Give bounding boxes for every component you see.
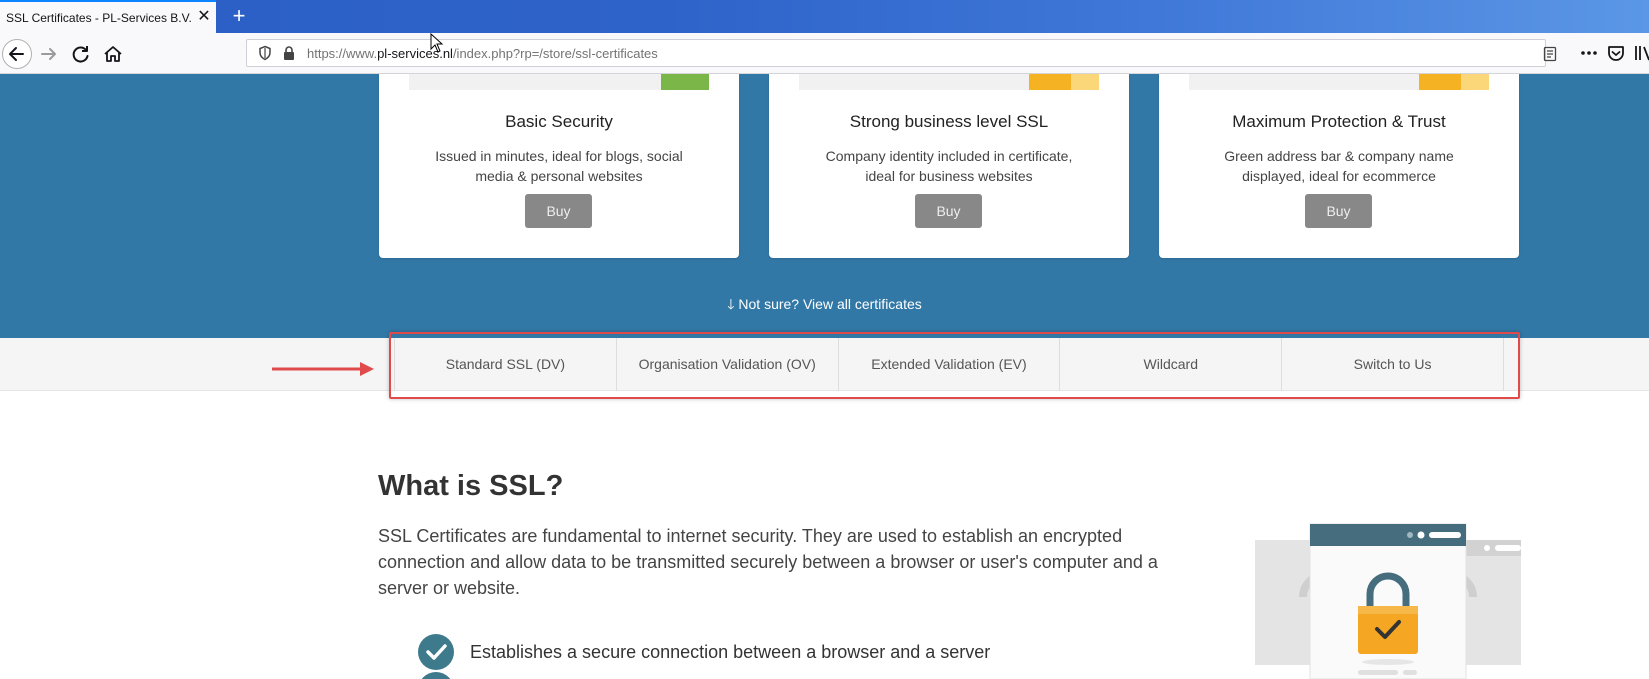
- product-title: Maximum Protection & Trust: [1232, 112, 1446, 131]
- mouse-cursor-icon: [430, 33, 444, 53]
- tab-strip: SSL Certificates - PL-Services B.V. ✕ +: [0, 0, 1649, 33]
- checkmark-icon: [418, 672, 454, 679]
- section-heading: What is SSL?: [378, 470, 564, 502]
- annotation-highlight-box: [389, 332, 1520, 399]
- annotation-arrow-icon: [272, 362, 374, 376]
- shield-icon[interactable]: [257, 45, 273, 61]
- more-options-icon[interactable]: [1578, 42, 1600, 64]
- accent-stripe: [1419, 74, 1489, 90]
- url-prefix: https://www.: [307, 46, 378, 61]
- product-title: Strong business level SSL: [849, 112, 1049, 131]
- reader-view-icon[interactable]: [1542, 46, 1558, 62]
- product-description: Green address bar & company name display…: [1224, 148, 1454, 184]
- product-card-business: Strong business level SSL Company identi…: [769, 74, 1129, 258]
- forward-arrow-icon: [41, 48, 56, 60]
- browser-tab[interactable]: SSL Certificates - PL-Services B.V. ✕: [0, 0, 216, 33]
- hero-section: Basic Security Issued in minutes, ideal …: [0, 74, 1649, 338]
- buy-button[interactable]: Buy: [915, 194, 982, 228]
- accent-stripe: [661, 74, 709, 90]
- view-all-label: Not sure? View all certificates: [738, 296, 922, 312]
- feature-text: Establishes a secure connection between …: [470, 641, 991, 662]
- product-description: Issued in minutes, ideal for blogs, soci…: [435, 148, 683, 184]
- product-card-maximum: Maximum Protection & Trust Green address…: [1159, 74, 1519, 258]
- product-image: [409, 74, 709, 90]
- forward-button[interactable]: [36, 41, 62, 67]
- lock-icon[interactable]: [281, 45, 297, 61]
- close-tab-icon[interactable]: ✕: [196, 9, 212, 25]
- url-path: /index.php?rp=/store/ssl-certificates: [452, 46, 658, 61]
- library-icon[interactable]: [1632, 42, 1649, 64]
- browser-window: SSL Certificates - PL-Services B.V. ✕ + …: [0, 0, 1649, 679]
- accent-stripe: [1029, 74, 1099, 90]
- buy-button[interactable]: Buy: [525, 194, 592, 228]
- new-tab-button[interactable]: +: [228, 4, 250, 28]
- product-image: [1189, 74, 1489, 90]
- tab-title: SSL Certificates - PL-Services B.V.: [6, 11, 192, 25]
- checkmark-icon: [418, 634, 454, 670]
- feature-item: Establishes a secure connection between …: [418, 634, 990, 670]
- url-text[interactable]: https://www.pl-services.nl/index.php?rp=…: [307, 46, 658, 61]
- navigation-bar: https://www.pl-services.nl/index.php?rp=…: [0, 33, 1649, 74]
- back-arrow-icon: [9, 47, 24, 61]
- reload-button[interactable]: [68, 41, 94, 67]
- view-all-certificates-link[interactable]: 🡓 Not sure? View all certificates: [0, 294, 1649, 318]
- product-image: [799, 74, 1099, 90]
- arrow-down-icon: 🡓: [727, 296, 735, 312]
- home-icon: [104, 46, 122, 62]
- ssl-lock-illustration: [1255, 523, 1521, 679]
- pocket-icon[interactable]: [1605, 42, 1627, 64]
- home-button[interactable]: [100, 41, 126, 67]
- reload-icon: [72, 46, 89, 63]
- back-button[interactable]: [2, 39, 32, 69]
- product-description: Company identity included in certificate…: [825, 148, 1073, 184]
- section-paragraph: SSL Certificates are fundamental to inte…: [378, 526, 1158, 598]
- product-card-basic: Basic Security Issued in minutes, ideal …: [379, 74, 739, 258]
- buy-button[interactable]: Buy: [1305, 194, 1372, 228]
- product-title: Basic Security: [505, 112, 613, 131]
